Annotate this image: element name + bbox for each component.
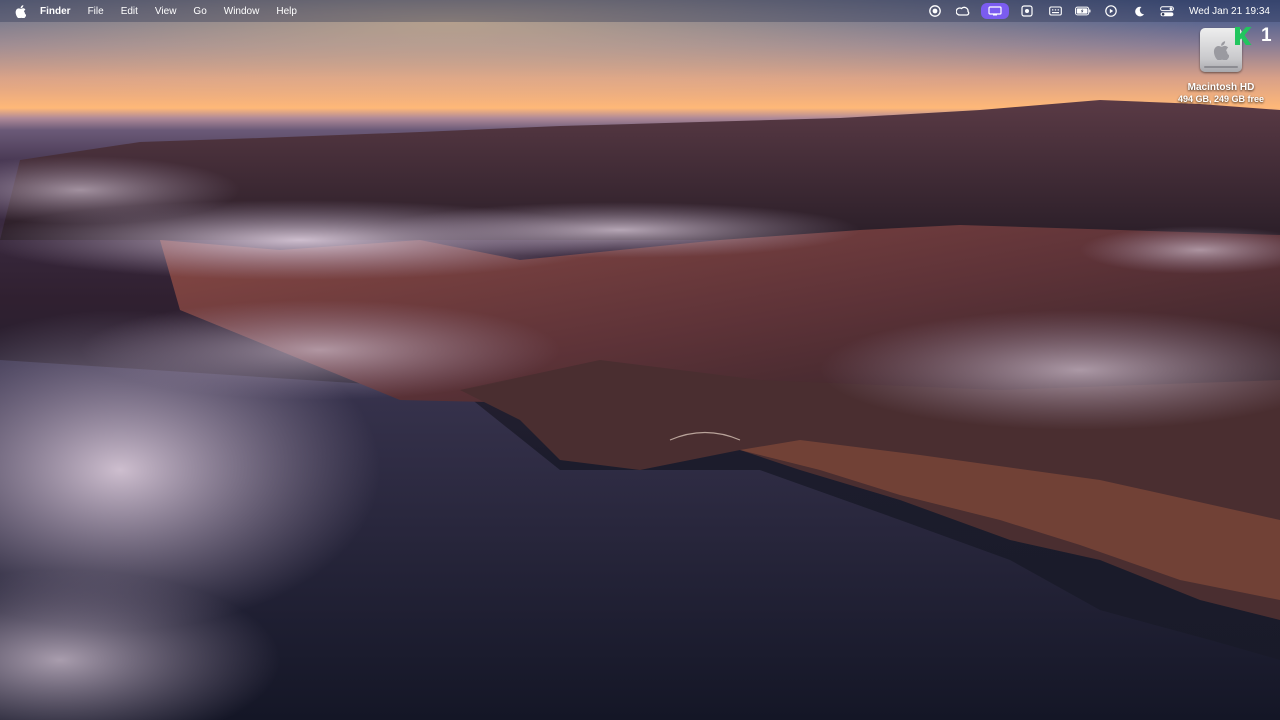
menu-file[interactable]: File: [88, 6, 104, 17]
menu-extras: Wed Jan 21 19:34: [921, 0, 1270, 22]
keyboard-icon[interactable]: [1047, 3, 1063, 19]
menu-window[interactable]: Window: [224, 6, 260, 17]
control-center-icon[interactable]: [1159, 3, 1175, 19]
desktop[interactable]: Finder File Edit View Go Window Help Wed…: [0, 0, 1280, 720]
battery-icon[interactable]: [1075, 3, 1091, 19]
menubar-clock[interactable]: Wed Jan 21 19:34: [1189, 6, 1270, 17]
apple-logo-icon[interactable]: [14, 4, 26, 18]
badge-number: 1: [1261, 25, 1272, 46]
wallpaper-landscape: [0, 0, 1280, 720]
menu-view[interactable]: View: [155, 6, 177, 17]
drive-capacity: 494 GB, 249 GB free: [1177, 94, 1265, 104]
menu-bar: Finder File Edit View Go Window Help Wed…: [0, 0, 1280, 22]
display-mirror-icon[interactable]: [981, 3, 1009, 19]
menu-left: Finder File Edit View Go Window Help: [0, 0, 314, 22]
drive-name: Macintosh HD: [1187, 82, 1255, 93]
screenshot-tool-icon[interactable]: [1019, 3, 1035, 19]
k-logo-icon: [1234, 26, 1252, 46]
menu-edit[interactable]: Edit: [121, 6, 138, 17]
menu-finder[interactable]: Finder: [40, 6, 71, 17]
menu-help[interactable]: Help: [276, 6, 297, 17]
menu-go[interactable]: Go: [193, 6, 206, 17]
focus-moon-icon[interactable]: [1131, 3, 1147, 19]
creative-cloud-icon[interactable]: [955, 3, 971, 19]
play-icon[interactable]: [1103, 3, 1119, 19]
overlay-badge: 1: [1234, 24, 1278, 48]
screen-record-icon[interactable]: [927, 3, 943, 19]
apple-logo-icon: [1213, 40, 1229, 60]
